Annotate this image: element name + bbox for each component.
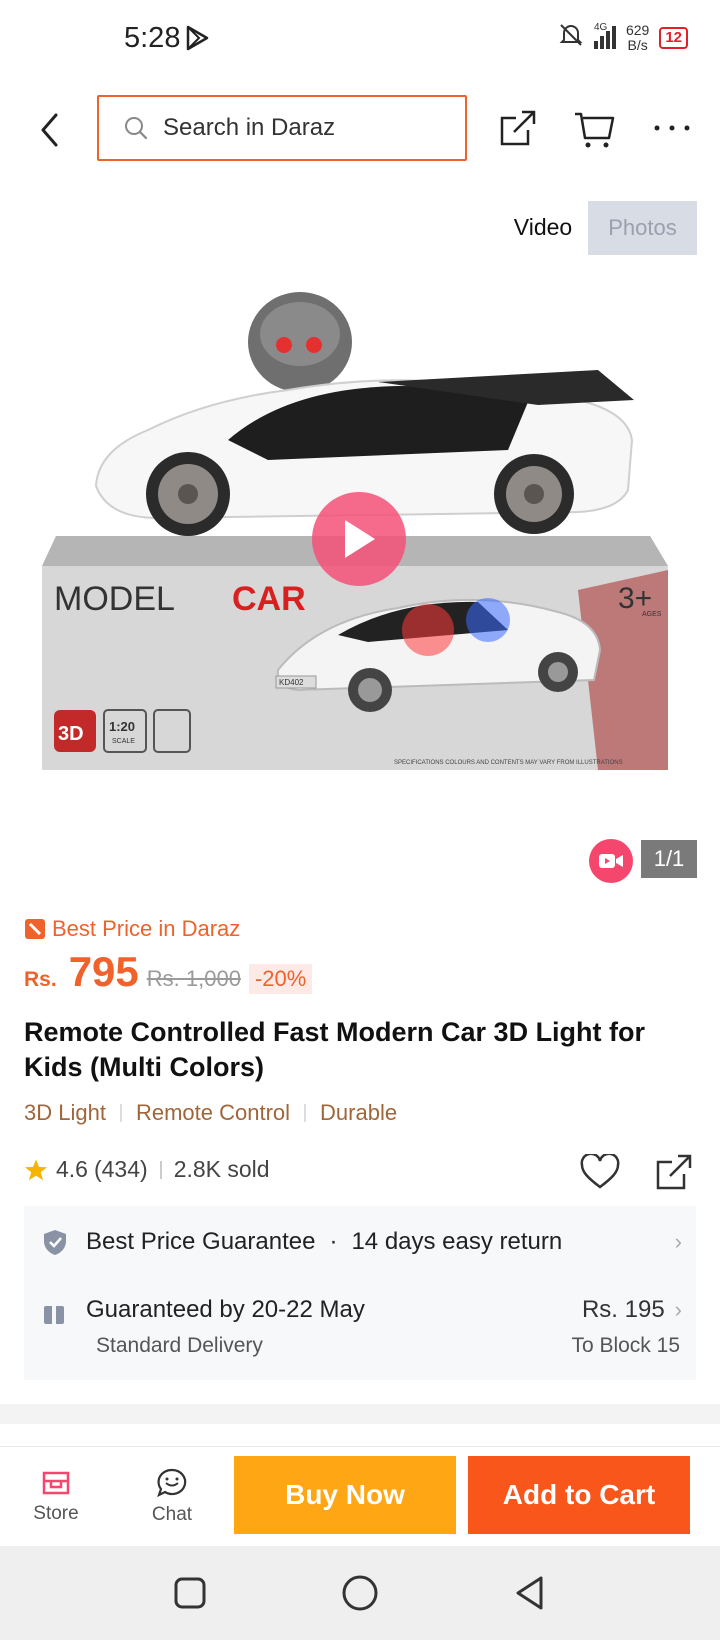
signal-label: 4G — [593, 22, 608, 33]
system-nav-bar — [0, 1546, 720, 1640]
delivery-location: To Block 15 — [571, 1334, 680, 1357]
more-button[interactable] — [648, 104, 696, 152]
box-brand-left: MODEL — [54, 580, 175, 618]
rating-value: 4.6 — [56, 1156, 88, 1182]
tag-item[interactable]: Durable — [320, 1100, 397, 1126]
returns-text: 14 days easy return — [351, 1228, 563, 1255]
video-camera-icon — [599, 854, 623, 868]
tab-photos[interactable]: Photos — [588, 201, 697, 255]
original-price: Rs. 1,000 — [146, 966, 241, 991]
box-plate: KD402 — [279, 678, 304, 687]
search-placeholder: Search in Daraz — [163, 114, 336, 141]
sold-count: 2.8K sold — [173, 1156, 270, 1182]
service-info-card: Best Price Guarantee · 14 days easy retu… — [24, 1206, 696, 1380]
share-icon — [656, 1154, 692, 1190]
box-badge-3d: 3D — [58, 723, 84, 745]
section-divider — [0, 1404, 720, 1424]
system-back-button[interactable] — [505, 1568, 555, 1618]
chevron-right-icon: › — [674, 1229, 682, 1254]
rating-divider — [159, 1160, 162, 1179]
chevron-right-icon: › — [674, 1297, 682, 1322]
store-icon — [42, 1471, 70, 1495]
net-speed: 629 B/s — [625, 21, 650, 53]
home-button[interactable] — [335, 1568, 385, 1618]
play-video-button[interactable] — [312, 492, 406, 586]
image-counter: 1/1 — [641, 840, 697, 878]
shield-check-icon — [44, 1230, 66, 1255]
cart-button[interactable] — [570, 104, 618, 152]
share-icon — [500, 110, 536, 146]
search-icon — [125, 117, 148, 140]
video-badge-button[interactable] — [589, 839, 633, 883]
circle-icon — [342, 1575, 378, 1611]
delivery-type: Standard Delivery — [96, 1334, 263, 1357]
review-count: (434) — [93, 1156, 148, 1182]
box-age-sub: AGES — [642, 611, 662, 618]
tag-item[interactable]: 3D Light — [24, 1100, 106, 1126]
mute-bell-icon — [558, 22, 584, 53]
guarantee-text: Best Price Guarantee — [86, 1228, 316, 1255]
wishlist-button[interactable] — [578, 1150, 622, 1194]
status-indicators: 4G 629 B/s 12 — [558, 22, 688, 53]
recent-apps-button[interactable] — [165, 1568, 215, 1618]
product-title: Remote Controlled Fast Modern Car 3D Lig… — [24, 1017, 646, 1082]
back-button[interactable] — [30, 108, 70, 152]
chat-button[interactable]: Chat — [122, 1447, 222, 1547]
signal-icon: 4G — [593, 22, 616, 49]
triangle-back-icon — [516, 1576, 543, 1610]
delivery-box-icon — [44, 1302, 64, 1324]
share-button[interactable] — [494, 104, 542, 152]
chat-label: Chat — [151, 1504, 193, 1525]
tag-divider — [119, 1104, 122, 1122]
delivery-row[interactable]: Guaranteed by 20-22 May Standard Deliver… — [42, 1296, 682, 1358]
more-dots-icon — [654, 125, 690, 131]
search-bar[interactable]: Search in Daraz — [97, 95, 467, 161]
back-arrow-icon — [41, 113, 58, 147]
play-icon — [345, 520, 375, 558]
current-price: 795 — [68, 948, 139, 995]
price-row: Rs. 795 Rs. 1,000 -20% — [24, 948, 313, 996]
play-store-icon — [183, 24, 211, 57]
store-button[interactable]: Store — [6, 1447, 106, 1547]
store-label: Store — [33, 1503, 79, 1524]
buy-now-button[interactable]: Buy Now — [234, 1456, 456, 1534]
share-product-button[interactable] — [652, 1150, 696, 1194]
box-scale-sub: SCALE — [112, 738, 135, 745]
product-tags: 3D Light Remote Control Durable — [24, 1100, 397, 1126]
tab-video[interactable]: Video — [490, 200, 596, 254]
rating-row[interactable]: 4.6 (434) 2.8K sold — [24, 1156, 270, 1183]
star-icon — [25, 1159, 47, 1180]
tag-divider — [304, 1104, 307, 1122]
best-price-label: Best Price in Daraz — [24, 916, 240, 942]
guarantee-row[interactable]: Best Price Guarantee · 14 days easy retu… — [42, 1228, 682, 1256]
battery-indicator: 12 — [659, 26, 688, 49]
tag-item[interactable]: Remote Control — [136, 1100, 290, 1126]
box-scale: 1:20 — [109, 719, 135, 734]
add-to-cart-button[interactable]: Add to Cart — [468, 1456, 690, 1534]
currency: Rs. — [24, 968, 57, 991]
separator-dot: · — [329, 1228, 338, 1255]
box-brand-right: CAR — [232, 580, 306, 618]
best-price-text: Best Price in Daraz — [52, 916, 241, 941]
price-tag-icon — [25, 919, 45, 939]
cart-icon — [575, 112, 615, 148]
discount-badge: -20% — [248, 964, 313, 994]
delivery-fee: Rs. 195 — [581, 1296, 665, 1323]
status-time: 5:28 — [124, 22, 181, 54]
heart-icon — [580, 1154, 620, 1189]
delivery-date: Guaranteed by 20-22 May — [86, 1296, 365, 1323]
box-fine-print: SPECIFICATIONS COLOURS AND CONTENTS MAY … — [394, 760, 623, 766]
chat-icon — [157, 1468, 187, 1498]
square-icon — [174, 1577, 206, 1609]
